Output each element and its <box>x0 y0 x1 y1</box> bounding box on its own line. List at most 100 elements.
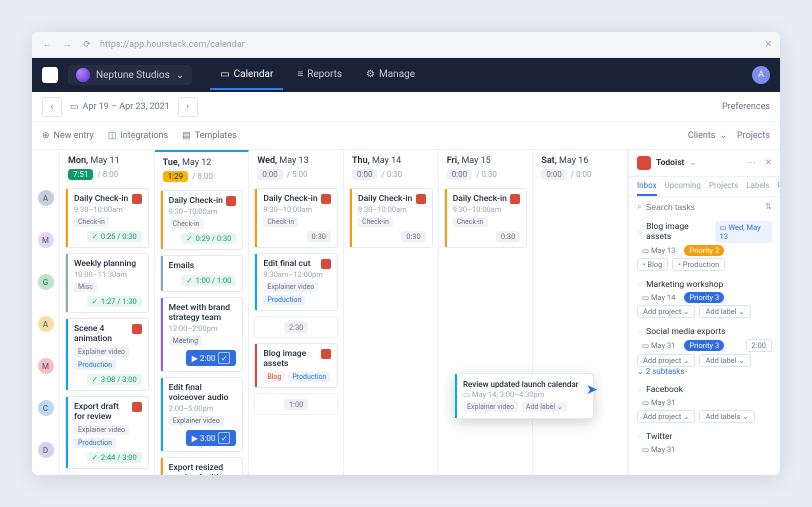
task-item[interactable]: ○Marketing workshop▭ May 14Priority 3Add… <box>637 279 772 318</box>
panel-tab[interactable]: Upcoming <box>665 181 701 196</box>
nav-back-icon[interactable]: ← <box>40 39 54 50</box>
tab-reports[interactable]: ≡Reports <box>287 61 352 90</box>
radio-icon[interactable]: ○ <box>637 227 642 238</box>
task-item[interactable]: ○Twitter▭ May 31 <box>637 431 772 455</box>
clients-dropdown[interactable]: Clients⌄ <box>688 131 727 141</box>
entry-card[interactable]: Edit final voiceover audio 2:00–5:00pm E… <box>160 377 244 452</box>
next-week-button[interactable]: › <box>178 97 198 117</box>
task-action-button[interactable]: Add label ⌄ <box>699 305 750 318</box>
card-title: Daily Check-in <box>74 194 128 204</box>
card-subtitle: 9:30–10:00am <box>263 205 331 214</box>
time-stat: 2:44 / 3:00 <box>87 452 142 463</box>
radio-icon[interactable]: ○ <box>637 431 642 442</box>
team-avatar[interactable]: A <box>38 316 54 332</box>
search-input[interactable] <box>646 202 761 212</box>
empty-slot[interactable]: 1:00 <box>254 393 338 415</box>
panel-close-icon[interactable]: ✕ <box>765 158 772 168</box>
tag: Check-in <box>263 217 298 227</box>
nav-forward-icon[interactable]: → <box>60 39 74 50</box>
top-nav: Neptune Studios ⌄ ▭Calendar ≡Reports ⚙Ma… <box>32 58 780 92</box>
dragging-card[interactable]: Review updated launch calendar ▭ May 14,… <box>454 373 594 419</box>
entry-card[interactable]: Emails 1:00 / 1:00 <box>160 255 244 292</box>
panel-tabs: Inbox Upcoming Projects Labels Filters <box>629 177 780 197</box>
checkbox-icon[interactable]: ✓ <box>218 432 230 444</box>
todoist-flag-icon <box>132 194 142 204</box>
templates-button[interactable]: ▤Templates <box>182 131 237 141</box>
task-tag[interactable]: • Production <box>672 258 725 271</box>
integrations-button[interactable]: ◫Integrations <box>108 131 168 141</box>
tracked-pill: 7:51 <box>68 169 93 180</box>
entry-card[interactable]: Weekly planning 10:00–11:30am Misc 1:27 … <box>65 253 149 313</box>
radio-icon[interactable]: ○ <box>637 326 642 337</box>
app-logo-icon[interactable] <box>42 67 58 83</box>
empty-slot[interactable]: 2:30 <box>254 316 338 338</box>
panel-more-icon[interactable]: ⋯ <box>747 158 756 168</box>
entry-card[interactable]: Edit final cut 9:30am–12:00pm Explainer … <box>254 253 338 311</box>
task-action-button[interactable]: Add project ⌄ <box>637 410 695 423</box>
checkbox-icon[interactable]: ✓ <box>218 352 230 364</box>
entry-card[interactable]: Blog image assets BlogProduction <box>254 343 338 388</box>
task-tag[interactable]: • Blog <box>637 258 668 271</box>
add-label-button[interactable]: Add label ⌄ <box>522 402 567 412</box>
task-item[interactable]: ○Blog image assets▭ Wed, May 13▭ May 13P… <box>637 221 772 271</box>
timer-button[interactable]: ▶ 2:00✓ <box>186 350 237 366</box>
radio-icon[interactable]: ○ <box>637 384 642 395</box>
entry-card[interactable]: Meet with brand strategy team 12:00–2:00… <box>160 297 244 372</box>
preferences-link[interactable]: Preferences <box>722 102 770 112</box>
user-avatar[interactable]: A <box>752 66 770 84</box>
radio-icon[interactable]: ○ <box>637 279 642 290</box>
task-item[interactable]: ○Social media exports▭ May 31Priority 32… <box>637 326 772 376</box>
entry-card[interactable]: Scene 4 animation Explainer videoProduct… <box>65 318 149 391</box>
chevron-down-icon[interactable]: ⌄ <box>689 158 696 168</box>
prev-week-button[interactable]: ‹ <box>42 97 62 117</box>
team-avatar[interactable]: G <box>38 274 54 290</box>
tab-manage[interactable]: ⚙Manage <box>356 61 425 90</box>
date-range[interactable]: ▭Apr 19 – Apr 23, 2021 <box>70 102 170 112</box>
team-avatar[interactable]: M <box>38 232 54 248</box>
team-avatar[interactable]: C <box>38 400 54 416</box>
team-avatar[interactable]: D <box>38 442 54 458</box>
entry-card[interactable]: Daily Check-in 9:30–10:00am Check-in 0:3… <box>254 188 338 248</box>
url-text[interactable]: https://app.hourstack.com/calendar <box>100 40 758 50</box>
projects-dropdown[interactable]: Projects <box>737 131 770 141</box>
subtasks-link[interactable]: ⌄ 2 subtasks <box>637 367 772 376</box>
entry-card[interactable]: Daily Check-in 9:30–10:00am Check-in 0:2… <box>65 188 149 248</box>
tag: Meeting <box>169 336 202 346</box>
entry-card[interactable]: Export resized version for blog About pa… <box>160 457 244 475</box>
day-column: Wed, May 13 0:00/ 5:00 Daily Check-in 9:… <box>249 150 344 475</box>
team-avatar[interactable]: A <box>38 190 54 206</box>
card-subtitle: 9:30–10:00am <box>453 205 521 214</box>
task-action-button[interactable]: Add labels ⌄ <box>699 410 754 423</box>
panel-tab[interactable]: Inbox <box>637 181 657 196</box>
task-action-button[interactable]: Add project ⌄ <box>637 305 695 318</box>
new-entry-button[interactable]: ⊕New entry <box>42 131 94 141</box>
team-avatar[interactable]: M <box>38 358 54 374</box>
task-action-button[interactable]: Add label ⌄ <box>699 354 750 367</box>
sort-icon[interactable]: ⇅ <box>765 202 772 212</box>
tag: Check-in <box>358 217 393 227</box>
task-action-button[interactable]: Add project ⌄ <box>637 354 695 367</box>
close-icon[interactable]: ✕ <box>764 40 772 50</box>
task-date: ▭ May 13 <box>637 245 680 256</box>
panel-tab[interactable]: Labels <box>746 181 769 196</box>
entry-card[interactable]: Daily Check-in 9:30–10:00am Check-in 0:3… <box>444 188 528 248</box>
panel-tab[interactable]: Projects <box>709 181 738 196</box>
tag: Production <box>74 438 116 448</box>
time-stat: 0:30 <box>307 231 331 242</box>
entry-card[interactable]: Export draft for review Explainer videoP… <box>65 396 149 469</box>
task-item[interactable]: ○Facebook▭ May 31Add project ⌄Add labels… <box>637 384 772 423</box>
panel-body: ○Blog image assets▭ Wed, May 13▭ May 13P… <box>629 217 780 475</box>
time-chip: 2:00 <box>746 339 772 352</box>
workspace-switcher[interactable]: Neptune Studios ⌄ <box>68 65 192 85</box>
panel-tab[interactable]: Filters <box>778 181 780 196</box>
search-icon: ⌕ <box>637 202 642 212</box>
tag: Check-in <box>74 217 109 227</box>
entry-card[interactable]: Daily Check-in 9:30–10:00am Check-in 0:3… <box>349 188 433 248</box>
tag: Production <box>288 372 330 382</box>
day-header: Fri, May 15 <box>447 156 525 166</box>
timer-button[interactable]: ▶ 3:00✓ <box>186 430 237 446</box>
nav-reload-icon[interactable]: ⟳ <box>80 40 94 50</box>
tab-calendar[interactable]: ▭Calendar <box>210 61 283 90</box>
card-subtitle: 9:30–10:00am <box>358 205 426 214</box>
entry-card[interactable]: Daily Check-in 9:30–10:00am Check-in 0:2… <box>160 190 244 250</box>
